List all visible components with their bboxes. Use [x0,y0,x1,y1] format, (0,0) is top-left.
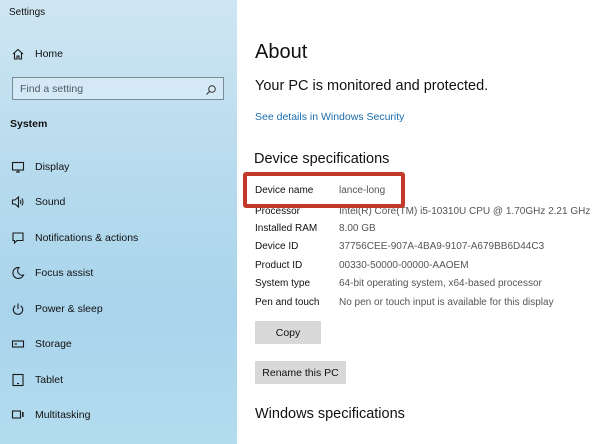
tablet-icon [11,373,25,387]
sidebar-item-home[interactable]: Home [0,41,237,67]
sidebar-item-display[interactable]: Display [0,154,237,180]
sidebar-item-tablet[interactable]: Tablet [0,367,237,393]
sidebar-item-label: Display [35,161,70,173]
sidebar-item-multitasking[interactable]: Multitasking [0,402,237,428]
section-label-system: System [10,118,48,130]
search-input[interactable] [13,78,193,99]
spec-key: Device ID [255,241,299,252]
sidebar-item-notifications[interactable]: Notifications & actions [0,225,237,251]
sidebar-home-label: Home [35,48,64,60]
main-panel: About Your PC is monitored and protected… [237,0,592,444]
spec-key: Product ID [255,260,303,271]
notifications-icon [11,231,25,245]
sidebar-item-label: Multitasking [35,409,91,421]
sidebar-item-label: Sound [35,196,66,208]
sidebar-item-label: Storage [35,338,72,350]
spec-value: 64-bit operating system, x64-based proce… [339,278,542,289]
page-title: About [255,41,308,63]
moon-icon [11,266,25,280]
windows-specs-heading: Windows specifications [255,406,405,422]
spec-value: lance-long [339,185,386,196]
home-icon [11,47,25,61]
sidebar-item-label: Power & sleep [35,303,103,315]
spec-value: 8.00 GB [339,223,376,234]
security-details-link[interactable]: See details in Windows Security [255,111,404,123]
storage-icon [11,337,25,351]
sidebar-item-storage[interactable]: Storage [0,331,237,357]
spec-key: Pen and touch [255,297,320,308]
spec-value: 00330-50000-00000-AAOEM [339,260,469,271]
rename-pc-button[interactable]: Rename this PC [255,361,346,384]
spec-value: No pen or touch input is available for t… [339,297,554,308]
sidebar-item-focus-assist[interactable]: Focus assist [0,260,237,286]
sidebar-item-sound[interactable]: Sound [0,189,237,215]
spec-key: Installed RAM [255,223,318,234]
power-icon [11,302,25,316]
window-title: Settings [9,7,46,18]
spec-value: 37756CEE-907A-4BA9-9107-A679BB6D44C3 [339,241,545,252]
sidebar-item-label: Notifications & actions [35,232,139,244]
sidebar-item-label: Focus assist [35,267,94,279]
protection-status: Your PC is monitored and protected. [255,78,489,94]
search-icon[interactable] [205,83,217,95]
sidebar: Settings Home System Display Sound Notif… [0,0,237,444]
display-icon [11,160,25,174]
multitasking-icon [11,408,25,422]
sidebar-item-power-sleep[interactable]: Power & sleep [0,296,237,322]
device-specs-heading: Device specifications [254,151,390,167]
sound-icon [11,195,25,209]
spec-key: System type [255,278,311,289]
copy-button[interactable]: Copy [255,321,321,344]
search-box[interactable] [12,77,224,100]
sidebar-item-label: Tablet [35,374,64,386]
spec-key: Device name [255,185,314,196]
